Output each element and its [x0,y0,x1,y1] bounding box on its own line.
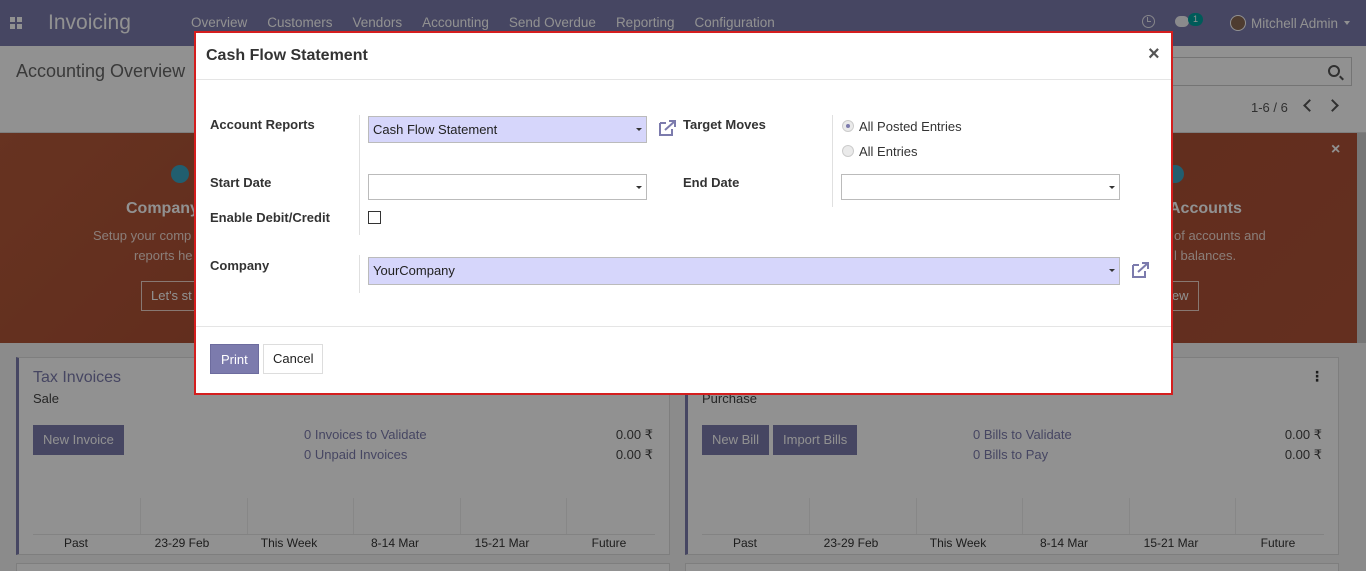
field-divider [359,115,360,235]
account-reports-value: Cash Flow Statement [373,122,498,137]
radio-all-posted-entries[interactable] [842,120,854,132]
modal-header: Cash Flow Statement × [196,33,1171,80]
chevron-down-icon [1109,186,1115,189]
field-divider [359,255,360,293]
radio-all-entries[interactable] [842,145,854,157]
cancel-button[interactable]: Cancel [263,344,324,374]
radio-label-all-posted[interactable]: All Posted Entries [859,119,962,134]
account-reports-select[interactable]: Cash Flow Statement [368,116,647,143]
chevron-down-icon [636,128,642,131]
account-reports-label: Account Reports [210,117,315,132]
external-link-icon[interactable] [658,119,678,137]
start-date-label: Start Date [210,175,272,190]
company-label: Company [210,258,270,273]
company-value: YourCompany [373,263,455,278]
chevron-down-icon [1109,269,1115,272]
modal-title: Cash Flow Statement [206,47,368,64]
start-date-input[interactable] [368,174,647,200]
radio-label-all-entries[interactable]: All Entries [859,144,918,159]
cash-flow-dialog: Cash Flow Statement × Account Reports Ca… [194,31,1173,395]
modal-footer-divider [196,326,1171,327]
end-date-input[interactable] [841,174,1120,200]
chevron-down-icon [636,186,642,189]
external-link-icon[interactable] [1131,261,1151,279]
debit-credit-label: Enable Debit/Credit [210,210,330,225]
print-button[interactable]: Print [210,344,259,374]
debit-credit-checkbox[interactable] [368,211,381,224]
company-select[interactable]: YourCompany [368,257,1120,285]
end-date-label: End Date [683,175,740,190]
close-icon[interactable]: × [1148,43,1160,66]
field-divider [832,115,833,207]
target-moves-label: Target Moves [683,117,766,132]
